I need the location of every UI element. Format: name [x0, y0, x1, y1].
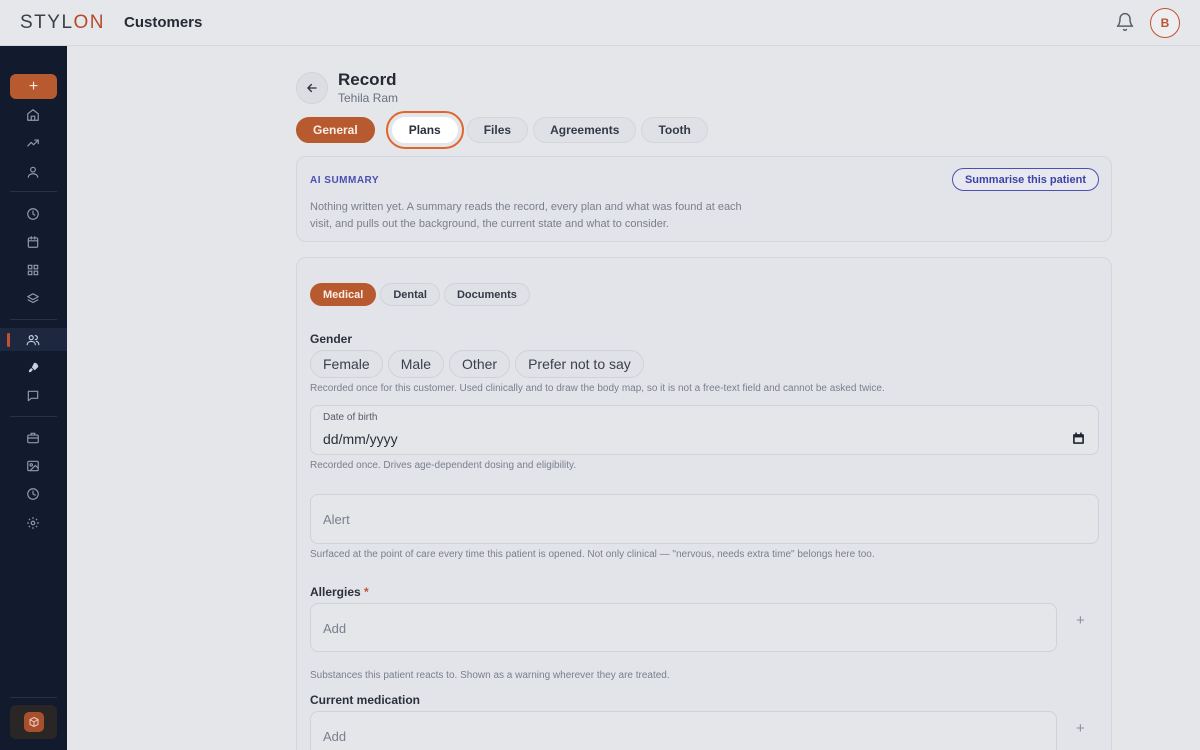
- subtab-documents[interactable]: Documents: [443, 283, 530, 306]
- users-icon[interactable]: [24, 331, 42, 349]
- grid-icon[interactable]: [24, 261, 42, 279]
- page-title: Customers: [124, 14, 203, 31]
- alert-placeholder: Alert: [323, 512, 350, 527]
- gender-option-prefer-not[interactable]: Prefer not to say: [515, 350, 644, 378]
- medication-label: Current medication: [310, 693, 421, 707]
- add-allergy-button[interactable]: +: [1076, 612, 1085, 629]
- workspace-switcher[interactable]: [10, 705, 57, 739]
- section-tabs: Medical Dental Documents: [310, 283, 530, 306]
- medication-placeholder: Add: [323, 729, 347, 744]
- nav-divider: [10, 697, 57, 698]
- sidebar: +: [0, 46, 67, 750]
- layers-icon[interactable]: [24, 290, 42, 308]
- settings-icon[interactable]: [24, 514, 42, 532]
- calendar-picker-icon[interactable]: [1072, 432, 1085, 445]
- subtab-dental[interactable]: Dental: [380, 283, 440, 306]
- gender-option-female[interactable]: Female: [310, 350, 383, 378]
- ai-summary-card: AI SUMMARY Nothing written yet. A summar…: [296, 156, 1112, 242]
- top-bar: STYLON Customers B: [0, 0, 1200, 46]
- dob-help: Recorded once. Drives age-dependent dosi…: [310, 460, 577, 471]
- allergies-label-text: Allergies: [310, 585, 361, 599]
- gender-label: Gender: [310, 332, 353, 346]
- briefcase-icon[interactable]: [24, 429, 42, 447]
- clock-icon[interactable]: [24, 205, 42, 223]
- tab-tooth[interactable]: Tooth: [641, 117, 708, 143]
- tab-plans[interactable]: Plans: [385, 111, 464, 149]
- add-button[interactable]: +: [10, 74, 57, 99]
- subtab-medical[interactable]: Medical: [310, 283, 377, 306]
- dob-value: dd/mm/yyyy: [323, 431, 398, 447]
- ai-summary-text: Nothing written yet. A summary reads the…: [310, 201, 742, 230]
- nav-divider: [10, 319, 57, 320]
- ai-summary-label: AI SUMMARY: [310, 175, 380, 186]
- dob-field[interactable]: Date of birth dd/mm/yyyy: [310, 405, 1099, 455]
- trending-icon[interactable]: [24, 134, 42, 152]
- medical-form-card: Medical Dental Documents Gender Female M…: [296, 257, 1112, 750]
- gender-option-other[interactable]: Other: [449, 350, 511, 378]
- back-button[interactable]: [296, 72, 328, 104]
- allergies-placeholder: Add: [323, 621, 347, 636]
- chat-icon[interactable]: [24, 387, 42, 405]
- allergies-input[interactable]: Add: [310, 603, 1057, 652]
- rocket-icon[interactable]: [24, 359, 42, 377]
- tab-files[interactable]: Files: [466, 117, 529, 143]
- user-icon[interactable]: [24, 163, 42, 181]
- image-icon[interactable]: [24, 457, 42, 475]
- dob-label: Date of birth: [323, 412, 378, 423]
- tab-agreements[interactable]: Agreements: [533, 117, 637, 143]
- nav-divider: [10, 416, 57, 417]
- alert-input[interactable]: Alert: [310, 494, 1099, 544]
- home-icon[interactable]: [24, 106, 42, 124]
- arrow-left-icon: [307, 83, 317, 93]
- record-tabs: General Plans Files Agreements Tooth: [296, 111, 708, 149]
- gender-option-male[interactable]: Male: [387, 350, 445, 378]
- gender-help: Recorded once for this customer. Used cl…: [310, 383, 885, 394]
- history-icon[interactable]: [24, 485, 42, 503]
- required-mark: *: [364, 585, 369, 599]
- active-nav-marker: [7, 333, 10, 347]
- alert-help: Surfaced at the point of care every time…: [310, 549, 875, 560]
- notifications-bell-icon[interactable]: [1115, 12, 1135, 32]
- user-avatar[interactable]: B: [1150, 8, 1180, 38]
- tab-general[interactable]: General: [296, 117, 375, 143]
- logo-text: STYL: [20, 12, 74, 33]
- patient-name: Tehila Ram: [338, 91, 399, 105]
- workspace-logo-icon: [23, 712, 44, 732]
- gender-options: Female Male Other Prefer not to say: [310, 350, 644, 378]
- nav-divider: [10, 191, 57, 192]
- allergies-help: Substances this patient reacts to. Shown…: [310, 670, 670, 681]
- logo-accent-text: ON: [73, 12, 106, 33]
- summarise-button[interactable]: Summarise this patient: [951, 168, 1099, 191]
- calendar-icon[interactable]: [24, 233, 42, 251]
- medication-input[interactable]: Add: [310, 711, 1057, 750]
- app-logo[interactable]: STYLON: [20, 12, 105, 34]
- add-medication-button[interactable]: +: [1076, 720, 1085, 737]
- allergies-label: Allergies *: [310, 585, 369, 599]
- record-title: Record: [338, 70, 397, 89]
